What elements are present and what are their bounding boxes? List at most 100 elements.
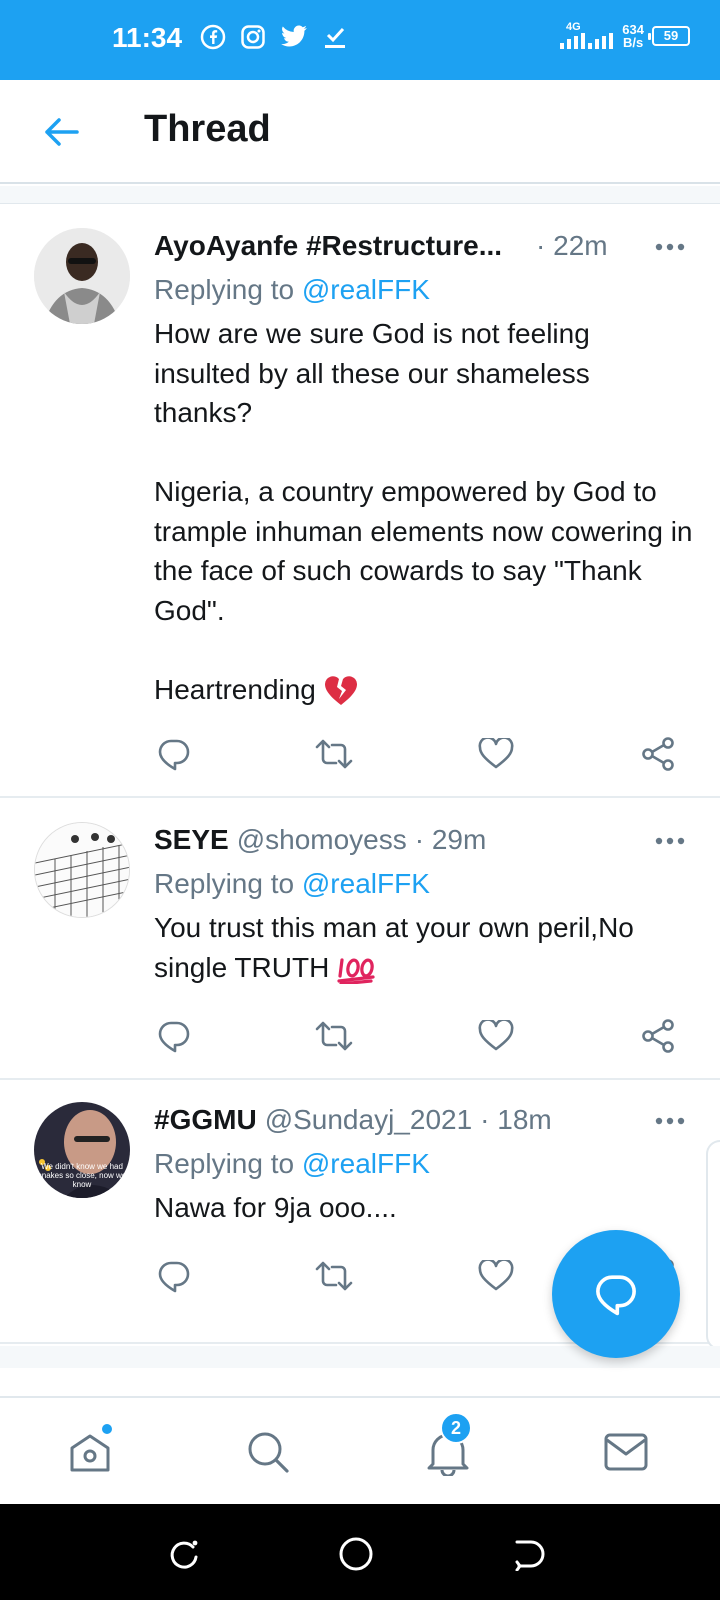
share-button[interactable] [638,734,678,774]
author-handle[interactable]: @Sundayj_2021 [265,1104,472,1136]
replying-to-label: Replying to [154,274,302,305]
twitter-icon [280,25,308,49]
home-unread-dot [100,1422,114,1436]
retweet-icon [315,739,353,769]
author-name[interactable]: SEYE [154,824,229,856]
signal-icon-2 [588,33,614,49]
tweet-text: Nawa for 9ja ooo.... [154,1192,397,1223]
compose-reply-button[interactable] [552,1230,680,1358]
status-time: 11:34 [112,22,183,53]
status-notification-icons [200,24,348,50]
status-right-cluster: 4G 634 B/s 59 [560,22,690,49]
tweet-header: SEYE @shomoyess · 29m [154,820,690,860]
tweet-body: You trust this man at your own peril,No … [154,908,694,987]
share-button[interactable] [638,1016,678,1056]
replying-to: Replying to @realFFK [154,1148,430,1180]
replying-to: Replying to @realFFK [154,868,430,900]
retweet-icon [315,1021,353,1051]
heart-icon [478,1260,514,1291]
nav-home[interactable] [60,1422,120,1482]
more-dots-icon [655,837,685,845]
like-button[interactable] [476,734,516,774]
back-system-button[interactable] [508,1534,548,1574]
system-navigation-bar [0,1504,720,1600]
retweet-icon [315,1261,353,1291]
instagram-icon [240,24,266,50]
bottom-navigation: 2 [0,1396,720,1504]
avatar[interactable] [34,822,130,918]
tweet-item[interactable]: AyoAyanfe #Restructure... · 22m Replying… [0,204,720,798]
nav-search[interactable] [238,1422,298,1482]
back-button[interactable] [38,112,84,152]
recent-apps-icon [170,1540,198,1569]
back-gesture-icon [515,1540,545,1571]
author-name[interactable]: AyoAyanfe #Restructure... [154,230,502,262]
tweet-text: You trust this man at your own peril,No … [154,912,642,983]
tweet-body: Nawa for 9ja ooo.... [154,1188,694,1228]
author-handle[interactable]: @shomoyess [237,824,407,856]
like-button[interactable] [476,1016,516,1056]
reply-mention-link[interactable]: @realFFK [302,1148,430,1179]
facebook-icon [200,24,226,50]
circle-home-icon [339,1537,373,1571]
tweet-actions [154,1016,684,1056]
reply-bubble-icon [596,1275,636,1316]
tweet-time: · 29m [414,824,487,855]
tweet-text: How are we sure God is not feeling insul… [154,318,693,705]
retweet-button[interactable] [314,734,354,774]
home-system-button[interactable] [336,1534,376,1574]
thread-header: Thread [0,80,720,184]
page-title: Thread [144,108,271,150]
tweet-body: How are we sure God is not feeling insul… [154,314,694,709]
tweet-item[interactable]: SEYE @shomoyess · 29m Replying to @realF… [0,800,720,1080]
tweet-header: #GGMU @Sundayj_2021 · 18m [154,1100,690,1140]
speed-value: 634 [622,21,644,37]
avatar-caption: We didn't know we had snakes so close, n… [37,1162,127,1189]
share-icon [642,1019,674,1053]
arrow-left-icon [45,118,79,146]
share-icon [642,737,674,771]
nav-notifications[interactable]: 2 [418,1412,478,1482]
avatar-image [34,228,130,324]
more-dots-icon [655,243,685,251]
battery-indicator: 59 [648,25,690,46]
reply-icon [158,1021,190,1053]
reply-mention-link[interactable]: @realFFK [302,274,430,305]
retweet-button[interactable] [314,1016,354,1056]
status-bar: 11:34 4G 634 B/s 59 [0,0,720,80]
speed-unit: B/s [623,34,644,50]
replying-to: Replying to @realFFK [154,274,430,306]
avatar[interactable]: We didn't know we had snakes so close, n… [34,1102,130,1198]
check-download-icon [322,24,348,50]
reply-button[interactable] [154,1016,194,1056]
broken-heart-emoji [324,676,357,706]
reply-icon [158,739,190,771]
network-type: 4G [565,21,581,33]
like-button[interactable] [476,1256,516,1296]
replying-to-label: Replying to [154,868,302,899]
more-options-button[interactable] [650,1106,690,1136]
hundred-points-emoji [337,958,375,985]
heart-icon [478,1020,514,1051]
nav-messages[interactable] [596,1422,656,1482]
recent-apps-button[interactable] [164,1534,204,1574]
tweet-time: · 18m [480,1104,552,1135]
tweet-header: AyoAyanfe #Restructure... · 22m [154,226,690,266]
notification-badge: 2 [440,1412,472,1444]
reply-button[interactable] [154,1256,194,1296]
thread-divider [0,186,720,204]
search-icon [248,1432,289,1473]
signal-icon [560,33,586,49]
network-indicator: 4G [560,22,614,49]
replying-to-label: Replying to [154,1148,302,1179]
retweet-button[interactable] [314,1256,354,1296]
reply-mention-link[interactable]: @realFFK [302,868,430,899]
more-options-button[interactable] [650,826,690,856]
mail-icon [604,1433,648,1471]
reply-button[interactable] [154,734,194,774]
side-panel-peek[interactable] [706,1140,720,1350]
more-options-button[interactable] [650,232,690,262]
author-name[interactable]: #GGMU [154,1104,257,1136]
tweet-actions [154,734,684,774]
avatar[interactable] [34,228,130,324]
